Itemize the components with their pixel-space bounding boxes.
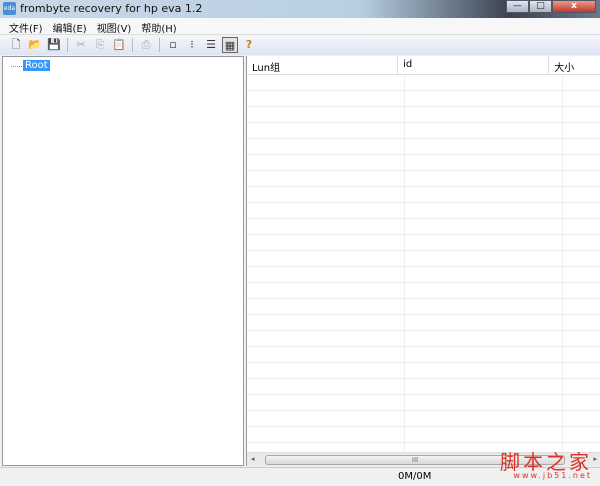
toolbar: 🗋 📂 💾 ✂ ⎘ 📋 ⎙ ▫ ⁝ ☰ ▦ ?: [0, 35, 600, 55]
print-icon[interactable]: ⎙: [138, 37, 154, 53]
watermark-url: www.jb51.net: [513, 471, 592, 480]
open-folder-icon[interactable]: 📂: [27, 37, 43, 53]
toolbar-separator: [132, 38, 133, 52]
status-text: 0M/0M: [398, 471, 432, 482]
copy-icon[interactable]: ⎘: [92, 37, 108, 53]
small-icons-view-icon[interactable]: ⁝: [184, 37, 200, 53]
save-icon[interactable]: 💾: [46, 37, 62, 53]
scroll-right-icon[interactable]: ▸: [593, 455, 597, 463]
menu-help[interactable]: 帮助(H): [136, 18, 181, 35]
help-icon[interactable]: ?: [241, 37, 257, 53]
menu-bar: 文件(F) 编辑(E) 视图(V) 帮助(H): [0, 18, 600, 35]
close-button[interactable]: x: [552, 0, 596, 13]
tree-pane[interactable]: Root: [2, 56, 244, 466]
column-header-size[interactable]: 大小: [549, 56, 600, 75]
tree-connector: [11, 66, 22, 67]
window-title: frombyte recovery for hp eva 1.2: [20, 2, 203, 15]
new-file-icon[interactable]: 🗋: [8, 37, 24, 53]
menu-file[interactable]: 文件(F): [4, 18, 48, 35]
cut-icon[interactable]: ✂: [73, 37, 89, 53]
toolbar-separator: [67, 38, 68, 52]
minimize-button[interactable]: —: [506, 0, 529, 13]
tree-node-root[interactable]: Root: [23, 60, 50, 71]
list-view-icon[interactable]: ☰: [203, 37, 219, 53]
list-rows: [247, 75, 600, 455]
list-header: Lun组 id 大小: [247, 56, 600, 75]
large-icons-view-icon[interactable]: ▫: [165, 37, 181, 53]
maximize-button[interactable]: □: [529, 0, 552, 13]
paste-icon[interactable]: 📋: [111, 37, 127, 53]
app-icon: eda: [3, 2, 16, 15]
toolbar-separator: [159, 38, 160, 52]
menu-edit[interactable]: 编辑(E): [48, 18, 92, 35]
details-view-icon[interactable]: ▦: [222, 37, 238, 53]
column-header-id[interactable]: id: [398, 56, 550, 75]
title-bar: eda frombyte recovery for hp eva 1.2 — □…: [0, 0, 600, 18]
scroll-left-icon[interactable]: ◂: [251, 455, 255, 463]
menu-view[interactable]: 视图(V): [92, 18, 137, 35]
column-header-lun-group[interactable]: Lun组: [247, 56, 399, 75]
list-pane[interactable]: Lun组 id 大小 ◂ III ▸: [246, 56, 600, 466]
